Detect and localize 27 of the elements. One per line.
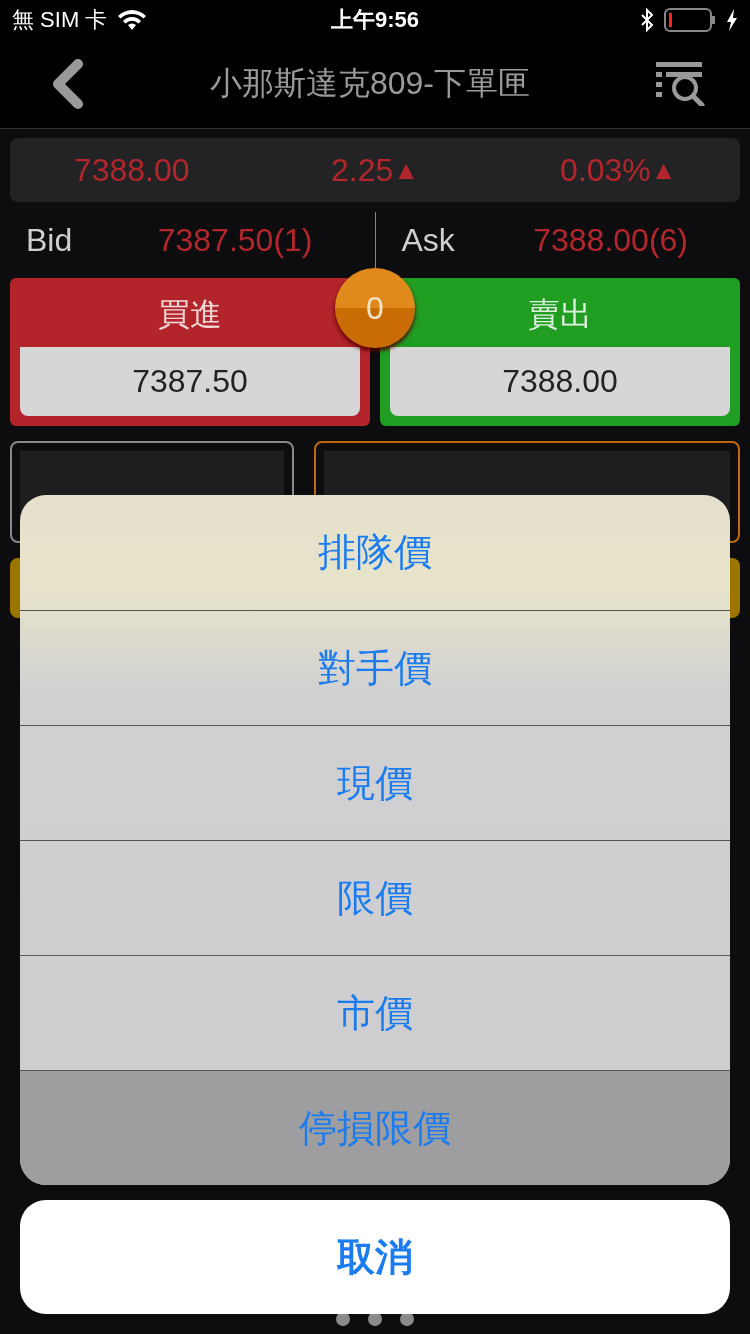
- up-arrow-text: ▲: [393, 154, 419, 186]
- carrier-text: 無 SIM 卡: [12, 6, 108, 34]
- clock-text: 上午9:56: [330, 6, 419, 34]
- bluetooth-icon: [640, 8, 654, 32]
- back-icon[interactable]: [50, 59, 84, 109]
- cancel-button[interactable]: 取消: [20, 1200, 730, 1314]
- sheet-option[interactable]: 限價: [20, 840, 730, 955]
- quote-value: 2.25: [331, 151, 394, 189]
- bid-price: 7387.50(1): [157, 221, 313, 259]
- sheet-option[interactable]: 排隊價: [20, 495, 730, 610]
- list-search-icon[interactable]: [656, 62, 706, 106]
- quote-value: 0.03%: [560, 151, 651, 189]
- sell-label: 賣出: [528, 295, 592, 334]
- buy-price-field[interactable]: 7387.50: [20, 347, 360, 416]
- sheet-option[interactable]: 對手價: [20, 610, 730, 725]
- buy-label: 買進: [158, 295, 222, 334]
- battery-icon: [664, 8, 716, 32]
- quote-value: 7388.00: [73, 151, 190, 189]
- up-arrow-text: ▲: [650, 154, 677, 186]
- ask-label: Ask: [401, 221, 455, 259]
- sheet-option[interactable]: 現價: [20, 725, 730, 840]
- sell-price-field[interactable]: 7388.00: [390, 347, 730, 416]
- page-title: 小那斯達克809-下單匣: [209, 64, 530, 103]
- charging-bolt-icon: [726, 9, 738, 31]
- bid-label: Bid: [26, 221, 73, 259]
- wifi-icon: [117, 9, 148, 31]
- ask-price: 7388.00(6): [533, 221, 688, 259]
